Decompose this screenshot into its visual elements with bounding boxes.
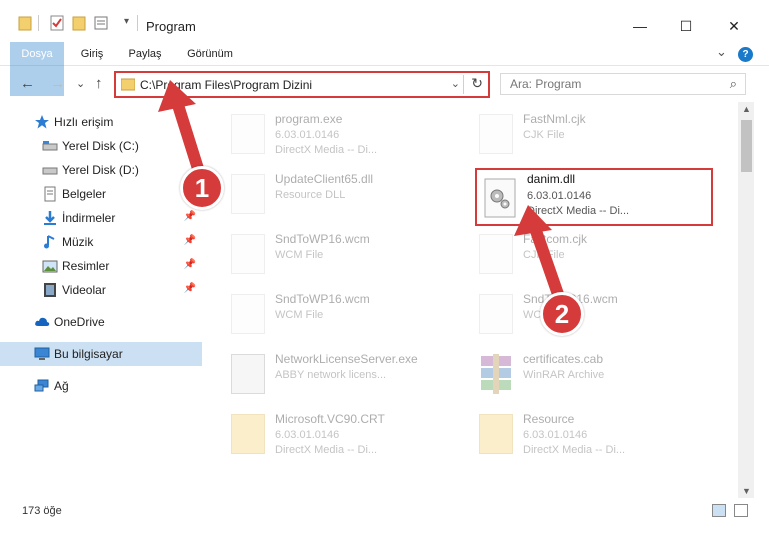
- annotation-arrows: [158, 80, 566, 306]
- arrow-2: [514, 205, 566, 306]
- step-badge-2: 2: [540, 292, 584, 336]
- arrow-1: [158, 80, 206, 181]
- step-badge-1: 1: [180, 166, 224, 210]
